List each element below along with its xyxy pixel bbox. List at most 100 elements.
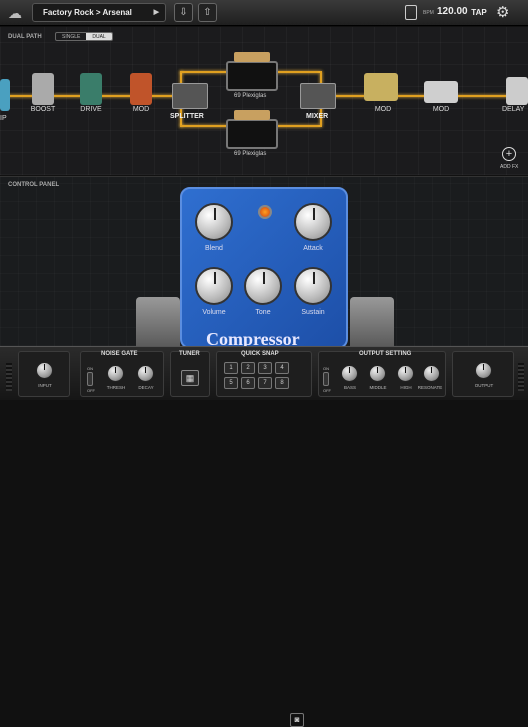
blend-knob[interactable] <box>195 203 233 241</box>
delay-pedal[interactable] <box>506 77 528 105</box>
mod-post-2-label: MOD <box>432 106 450 113</box>
middle-label: MIDDLE <box>369 385 387 390</box>
noise-gate-on-label: ON <box>87 366 93 371</box>
thresh-label: THRESH <box>106 385 126 390</box>
output-knob[interactable] <box>475 362 492 379</box>
cloud-icon[interactable]: ☁ <box>6 4 24 22</box>
preset-separator: > <box>95 8 101 17</box>
signal-chain-panel: DUAL PATH SINGLE DUAL IP BOOST DRIVE MOD… <box>0 27 528 175</box>
attack-knob[interactable] <box>294 203 332 241</box>
splitter-label: SPLITTER <box>170 113 204 120</box>
snap-slot[interactable]: 6 <box>241 377 255 389</box>
resonate-label: RESONATE <box>417 385 443 390</box>
preset-name: Arsenal <box>102 8 132 17</box>
input-section: INPUT <box>18 351 70 397</box>
noise-gate-section: NOISE GATE ON OFF THRESH DECAY <box>80 351 164 397</box>
tap-button[interactable]: TAP <box>468 4 490 21</box>
play-icon: ▶ <box>153 9 159 16</box>
path-mode-toggle[interactable]: SINGLE DUAL <box>55 32 113 41</box>
output-setting-switch[interactable] <box>323 372 329 386</box>
metronome-icon[interactable] <box>405 5 417 20</box>
output-meter <box>518 363 524 391</box>
quick-snap-title: QUICK SNAP <box>241 351 279 357</box>
snap-slot[interactable]: 7 <box>258 377 272 389</box>
drive-pedal[interactable] <box>80 73 102 105</box>
output-jack <box>350 297 394 351</box>
noise-gate-title: NOISE GATE <box>101 351 138 357</box>
mod-post-2-pedal[interactable] <box>424 81 458 103</box>
snap-slot[interactable]: 2 <box>241 362 255 374</box>
snap-slot[interactable]: 4 <box>275 362 289 374</box>
mixer-node[interactable] <box>300 83 336 109</box>
bass-knob[interactable] <box>341 365 358 382</box>
noise-gate-off-label: OFF <box>87 388 95 393</box>
output-off-label: OFF <box>323 388 331 393</box>
snap-slot[interactable]: 1 <box>224 362 238 374</box>
control-panel: CONTROL PANEL Blend Attack Volume Tone S… <box>0 176 528 351</box>
mod-post-1-pedal[interactable] <box>364 73 398 101</box>
amp-bottom-label: 69 Plexiglas <box>234 151 267 157</box>
tone-knob[interactable] <box>244 267 282 305</box>
download-icon[interactable]: ⇩ <box>174 3 193 22</box>
gear-icon[interactable]: ⚙ <box>496 3 509 21</box>
tone-label: Tone <box>255 309 271 316</box>
thresh-knob[interactable] <box>107 365 124 382</box>
middle-knob[interactable] <box>369 365 386 382</box>
input-pedal[interactable] <box>0 79 10 111</box>
snap-slot[interactable]: 3 <box>258 362 272 374</box>
boost-pedal[interactable] <box>32 73 54 105</box>
input-jack <box>136 297 180 351</box>
mixer-label: MIXER <box>306 113 329 120</box>
volume-knob[interactable] <box>195 267 233 305</box>
bpm-value[interactable]: 120.00 <box>437 6 468 17</box>
decay-knob[interactable] <box>137 365 154 382</box>
input-label: INPUT <box>38 383 52 388</box>
output-setting-title: OUTPUT SETTING <box>359 351 412 357</box>
output-on-label: ON <box>323 366 329 371</box>
share-icon[interactable]: ⇧ <box>198 3 217 22</box>
camera-icon[interactable]: ◙ <box>290 713 304 727</box>
mod-pre-pedal[interactable] <box>130 73 152 105</box>
output-setting-section: OUTPUT SETTING ON OFF BASS MIDDLE HIGH R… <box>318 351 446 397</box>
bpm-label: BPM <box>423 10 434 16</box>
mod-post-1-label: MOD <box>374 106 392 113</box>
amp-bottom[interactable] <box>226 110 278 149</box>
snap-slot[interactable]: 8 <box>275 377 289 389</box>
amp-top[interactable] <box>226 52 278 91</box>
volume-label: Volume <box>202 309 226 316</box>
preset-bank: Factory Rock <box>43 8 94 17</box>
boost-label: BOOST <box>30 106 56 113</box>
sustain-knob[interactable] <box>294 267 332 305</box>
tuner-section: TUNER ▦ <box>170 351 210 397</box>
mode-dual[interactable]: DUAL <box>86 33 112 40</box>
resonate-knob[interactable] <box>423 365 440 382</box>
bottom-controls: INPUT NOISE GATE ON OFF THRESH DECAY TUN… <box>0 346 528 727</box>
input-knob[interactable] <box>36 362 53 379</box>
led-indicator <box>258 205 272 219</box>
splitter-node[interactable] <box>172 83 208 109</box>
control-panel-label: CONTROL PANEL <box>8 182 60 188</box>
delay-label: DELAY <box>502 106 525 113</box>
bass-label: BASS <box>343 385 356 390</box>
preset-selector[interactable]: Factory Rock > Arsenal ▶ <box>32 3 166 22</box>
drive-label: DRIVE <box>80 106 102 113</box>
output-section: OUTPUT <box>452 351 514 397</box>
decay-label: DECAY <box>138 385 154 390</box>
attack-label: Attack <box>303 245 323 252</box>
top-bar: ☁ Factory Rock > Arsenal ▶ ⇩ ⇧ BPM 120.0… <box>0 0 528 26</box>
blend-label: Blend <box>205 245 223 252</box>
high-knob[interactable] <box>397 365 414 382</box>
tuner-icon[interactable]: ▦ <box>181 370 199 386</box>
amp-top-label: 69 Plexiglas <box>234 93 267 99</box>
snap-slot[interactable]: 5 <box>224 377 238 389</box>
noise-gate-switch[interactable] <box>87 372 93 386</box>
mod-pre-label: MOD <box>132 106 150 113</box>
quick-snap-grid: 1 2 3 4 5 6 7 8 <box>224 362 289 389</box>
tuner-title: TUNER <box>179 351 200 357</box>
input-meter <box>6 363 12 391</box>
add-fx-icon[interactable]: + <box>502 147 516 161</box>
sustain-label: Sustain <box>301 309 325 316</box>
mode-single[interactable]: SINGLE <box>56 33 86 40</box>
add-fx-label: ADD FX <box>500 164 519 170</box>
output-label: OUTPUT <box>474 383 494 388</box>
